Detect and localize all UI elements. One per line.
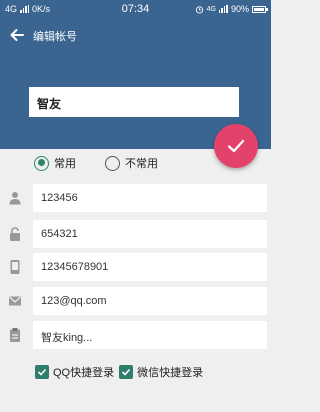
- radio-infrequent-label: 不常用: [125, 158, 158, 170]
- status-bar: 4G 0K/s 07:34 4G 90%: [0, 0, 271, 20]
- battery-icon: [252, 5, 268, 13]
- signal-right-icon: [218, 5, 228, 13]
- wechat-quick-login-checkbox[interactable]: 微信快捷登录: [119, 364, 203, 380]
- lock-icon: [10, 227, 20, 241]
- radio-frequent-label: 常用: [54, 158, 76, 170]
- wechat-quick-login-label: 微信快捷登录: [137, 367, 204, 379]
- phone-icon: [10, 260, 20, 274]
- note-field[interactable]: 智友king...: [33, 321, 267, 349]
- checkbox-checked-icon[interactable]: [35, 365, 49, 379]
- account-field[interactable]: 123456: [33, 184, 267, 212]
- quick-login-group: QQ快捷登录 微信快捷登录: [35, 364, 208, 380]
- check-icon: [227, 139, 245, 153]
- phone-field[interactable]: 12345678901: [33, 253, 267, 281]
- email-icon: [9, 296, 21, 306]
- radio-selected-indicator[interactable]: [34, 155, 49, 171]
- checkbox-checked-icon[interactable]: [119, 365, 134, 379]
- back-arrow-icon[interactable]: [9, 27, 25, 43]
- battery-label: 90%: [230, 4, 249, 14]
- network-right-label: 4G: [206, 5, 216, 13]
- status-right: 4G 90%: [195, 4, 268, 14]
- account-row: 123456: [0, 184, 271, 212]
- radio-frequent[interactable]: 常用: [34, 155, 76, 171]
- email-row: 123@qq.com: [0, 287, 271, 315]
- phone-row: 12345678901: [0, 253, 271, 281]
- account-name-input[interactable]: 智友: [29, 87, 239, 117]
- usage-radio-group: 常用 不常用: [34, 155, 187, 171]
- qq-quick-login-checkbox[interactable]: QQ快捷登录: [35, 364, 114, 380]
- save-fab-button[interactable]: [214, 124, 258, 168]
- note-row: 智友king...: [0, 321, 271, 349]
- alarm-icon: [195, 5, 203, 14]
- user-icon: [9, 192, 21, 205]
- radio-unselected-indicator[interactable]: [105, 155, 120, 171]
- email-field[interactable]: 123@qq.com: [33, 287, 267, 315]
- clipboard-icon: [10, 328, 20, 342]
- page-title: 编辑帐号: [33, 31, 77, 43]
- password-row: 654321: [0, 220, 271, 248]
- radio-infrequent[interactable]: 不常用: [105, 155, 158, 171]
- password-field[interactable]: 654321: [33, 220, 267, 248]
- qq-quick-login-label: QQ快捷登录: [53, 367, 115, 379]
